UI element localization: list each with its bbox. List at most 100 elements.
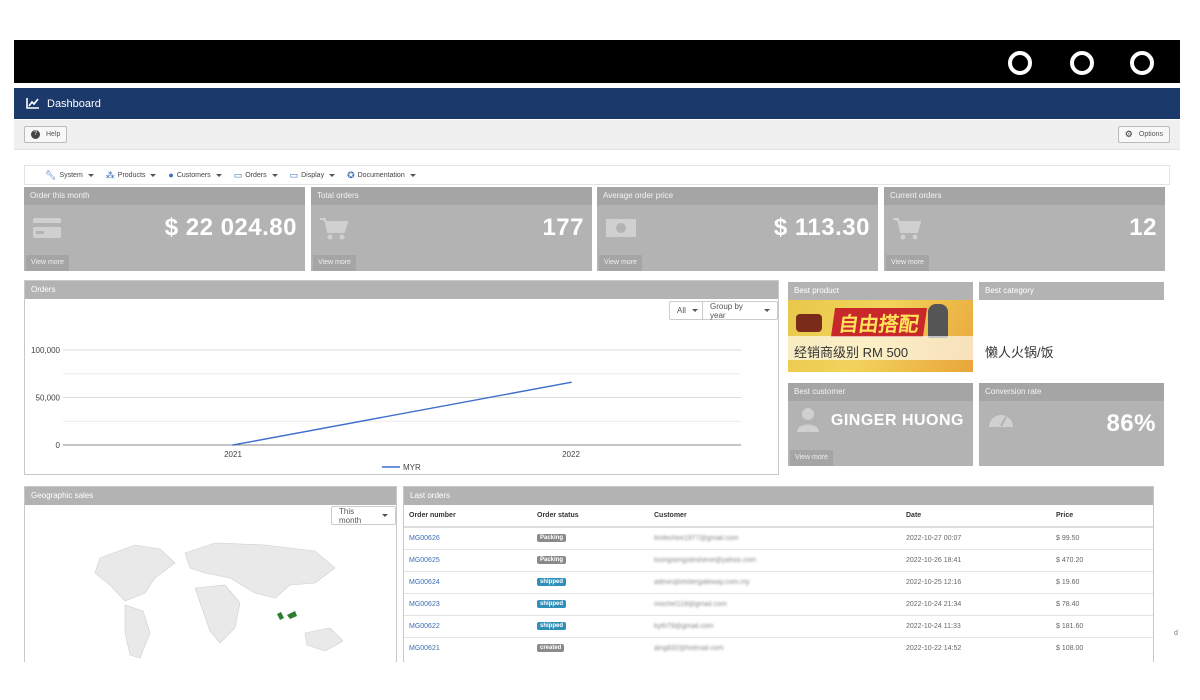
order-price: $ 181.60 [1051,614,1153,637]
best-product-name: 经销商级别 RM 500 [794,345,909,360]
y-tick-label: 0 [56,441,61,450]
order-date: 2022-10-25 12:16 [901,570,1051,593]
credit-card-icon [33,218,61,238]
customer-email: limfechee1977@gmail.com [649,526,901,549]
menu-documentation[interactable]: ✪ Documentation [347,170,416,181]
order-number-link[interactable]: MG00621 [404,636,532,659]
table-row[interactable]: MG00623 shipped mochel118@gmail.com 2022-10… [404,592,1153,615]
best-product-panel: Best product 自由搭配 经销商级别 RM 500 [788,282,973,372]
caret-down-icon [215,173,222,177]
panel-title: Conversion rate [979,383,1164,401]
menu-system[interactable]: 🔧︎ System [45,170,94,181]
panel-title: Best customer [788,383,973,401]
food-image [796,314,822,332]
status-badge: shipped [537,600,567,608]
table-row[interactable]: MG00622 shipped kyth79@gmail.com 2022-10-24… [404,614,1153,637]
view-more-link[interactable]: View more [790,450,833,466]
last-orders-panel: Last orders Order number Order status Cu… [403,486,1154,662]
world-map[interactable] [25,523,396,663]
stat-value: 12 [1129,214,1157,241]
last-orders-table: Order number Order status Customer Date … [404,505,1153,659]
conversion-value: 86% [1106,410,1156,437]
menu-label: Documentation [357,171,405,179]
geographic-sales-panel: Geographic sales This month [24,486,397,662]
money-icon [606,219,636,237]
column-header[interactable]: Date [901,505,1051,528]
status-badge: shipped [537,578,567,586]
column-header[interactable]: Order status [532,505,649,528]
desktop-icon: ▭ [289,169,299,180]
data-point [232,444,234,446]
stat-total-orders: Total orders 177 View more [311,187,592,271]
x-tick-label: 2022 [562,450,580,459]
person-image [928,304,948,338]
cart-icon [893,218,922,240]
order-price: $ 108.00 [1051,636,1153,659]
app-window: Dashboard ? Help ⚙ Options 🔧︎ System ⁂ P… [0,0,1200,700]
help-button-label: Help [46,131,61,138]
map-australia[interactable] [304,627,344,652]
status-badge: shipped [537,622,567,630]
order-price: $ 99.50 [1051,526,1153,549]
order-status-cell: shipped [532,570,649,593]
view-more-link[interactable]: View more [886,255,929,271]
order-number-link[interactable]: MG00622 [404,614,532,637]
column-header[interactable]: Customer [649,505,901,528]
table-row[interactable]: MG00626 Packing limfechee1977@gmail.com 202… [404,526,1153,549]
order-number-link[interactable]: MG00626 [404,526,532,549]
product-banner-image[interactable]: 自由搭配 经销商级别 RM 500 [788,300,973,372]
line-chart-icon [26,98,39,109]
order-date: 2022-10-22 14:52 [901,636,1051,659]
customer-email: loongsengsteshene@yahoo.com [649,548,901,571]
map-south-america[interactable] [124,604,151,659]
map-north-america[interactable] [94,544,176,602]
order-number-link[interactable]: MG00625 [404,548,532,571]
options-button-label: Options [1138,131,1163,138]
menu-label: Products [117,171,146,179]
column-header[interactable]: Price [1051,505,1153,528]
view-more-link[interactable]: View more [26,255,69,271]
stat-title: Total orders [311,187,592,205]
customer-email: mochel118@gmail.com [649,592,901,615]
column-header[interactable]: Order number [404,505,532,528]
view-more-link[interactable]: View more [599,255,642,271]
data-point [570,381,572,384]
menu-orders[interactable]: ▭ Orders [234,170,278,181]
y-tick-label: 100,000 [31,346,60,355]
menu-label: System [59,171,83,179]
view-more-link[interactable]: View more [313,255,356,271]
order-number-link[interactable]: MG00623 [404,592,532,615]
caret-down-icon [271,173,278,177]
menu-customers[interactable]: ● Customers [168,170,222,180]
orders-panel: Orders All Group by year 0 50,000 100,000 2… [24,280,779,475]
stat-title: Current orders [884,187,1165,205]
best-customer-panel: Best customer GINGER HUONG View more [788,383,973,466]
window-titlebar [14,40,1180,83]
orders-line-chart: 0 50,000 100,000 2021 2022 MYR [31,346,741,472]
stat-value: 177 [542,214,584,241]
menu-products[interactable]: ⁂ Products [106,170,157,181]
conversion-rate-panel: Conversion rate 86% [979,383,1164,466]
window-circle-button[interactable] [1130,51,1154,75]
map-malaysia-highlight[interactable] [277,612,284,620]
map-borneo-highlight[interactable] [287,611,297,619]
table-row[interactable]: MG00621 created alng832@hotmail.com 2022-10… [404,636,1153,659]
window-circle-button[interactable] [1070,51,1094,75]
best-customer-name: GINGER HUONG [830,412,964,429]
order-date: 2022-10-24 11:33 [901,614,1051,637]
stat-order-this-month: Order this month $ 22 024.80 View more [24,187,305,271]
table-row[interactable]: MG00625 Packing loongsengsteshene@yahoo.co… [404,548,1153,571]
table-row[interactable]: MG00624 shipped admin@etstergateway.com.my… [404,570,1153,593]
customer-email: kyth79@gmail.com [649,614,901,637]
options-button[interactable]: ⚙ Options [1117,126,1170,143]
help-button[interactable]: ? Help [24,126,68,143]
order-number-link[interactable]: MG00624 [404,570,532,593]
menu-label: Customers [176,171,211,179]
map-africa[interactable] [194,584,241,644]
caret-down-icon [329,173,336,177]
question-icon: ? [31,130,40,139]
order-date: 2022-10-24 21:34 [901,592,1051,615]
best-category-name: 懒人火锅/饭 [985,345,1054,360]
menu-display[interactable]: ▭ Display [289,169,336,181]
window-circle-button[interactable] [1008,51,1032,75]
